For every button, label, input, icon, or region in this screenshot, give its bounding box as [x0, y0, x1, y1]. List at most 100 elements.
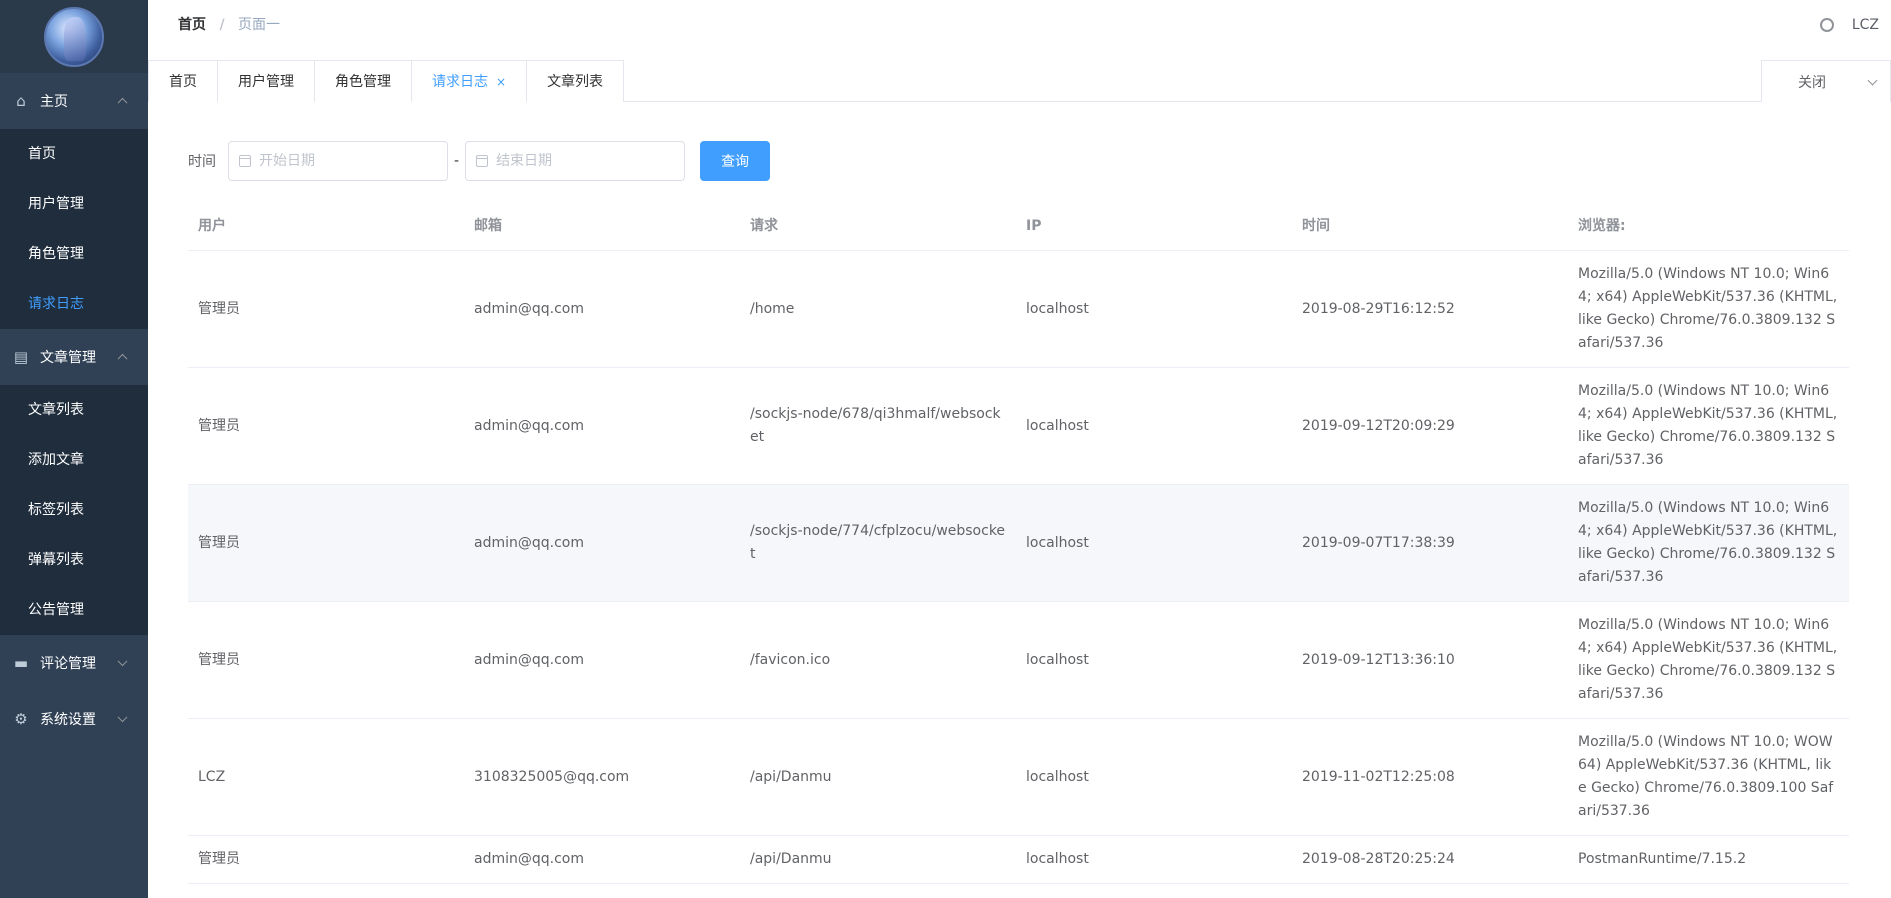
- sidebar-item-add-article[interactable]: 添加文章: [0, 435, 148, 485]
- cell-request: /sockjs-node/678/qi3hmalf/websocket: [750, 406, 1001, 445]
- cell-browser: Mozilla/5.0 (Windows NT 10.0; Win64; x64…: [1578, 617, 1838, 702]
- cell-request: /favicon.ico: [750, 651, 831, 668]
- sidebar-logo-area: [0, 0, 148, 73]
- tags-view: 首页 用户管理 角色管理 请求日志 × 文章列表 关闭: [148, 55, 1891, 102]
- table-row[interactable]: 管理员 admin@qq.com /api/Danmu localhost 20…: [188, 836, 1849, 884]
- column-header: 浏览器:: [1578, 218, 1626, 234]
- breadcrumb-separator: /: [219, 17, 225, 33]
- gear-icon: ⚙: [14, 710, 28, 728]
- start-date-picker[interactable]: [228, 141, 448, 181]
- tag-article-list[interactable]: 文章列表: [526, 60, 625, 102]
- breadcrumb-current: 页面一: [238, 17, 281, 33]
- menu-group-label: 文章管理: [40, 350, 96, 366]
- tag-home[interactable]: 首页: [148, 60, 218, 102]
- cell-time: 2019-09-12T13:36:10: [1302, 651, 1455, 668]
- sidebar-item-danmu-list[interactable]: 弹幕列表: [0, 535, 148, 585]
- cell-ip: localhost: [1026, 300, 1089, 317]
- menu-group-title-home[interactable]: ⌂ 主页: [0, 73, 148, 129]
- cell-ip: localhost: [1026, 851, 1089, 867]
- tag-label: 文章列表: [547, 73, 604, 90]
- column-header: IP: [1026, 218, 1042, 234]
- cell-browser: Mozilla/5.0 (Windows NT 10.0; Win64; x64…: [1578, 500, 1838, 585]
- tag-label: 角色管理: [335, 73, 391, 90]
- cell-email: admin@qq.com: [474, 534, 584, 551]
- request-log-table: 用户 邮箱 请求 IP 时间 浏览器: 管理员 admin@qq.com /ho…: [188, 203, 1849, 884]
- chevron-down-icon: [117, 656, 128, 667]
- cell-ip: localhost: [1026, 534, 1089, 551]
- cell-time: 2019-08-28T20:25:24: [1302, 851, 1455, 867]
- query-button[interactable]: 查询: [700, 141, 771, 181]
- cell-user: 管理员: [198, 300, 240, 317]
- cell-request: /home: [750, 300, 795, 317]
- document-icon: ▤: [13, 348, 29, 366]
- cell-email: 3108325005@qq.com: [474, 768, 630, 785]
- chevron-up-icon: [117, 353, 128, 364]
- cell-request: /api/Danmu: [750, 851, 832, 867]
- close-icon[interactable]: ×: [496, 61, 506, 103]
- cell-user: 管理员: [198, 851, 240, 867]
- menu-group-title-settings[interactable]: ⚙ 系统设置: [0, 691, 148, 747]
- username[interactable]: LCZ: [1852, 17, 1879, 33]
- cell-time: 2019-09-12T20:09:29: [1302, 417, 1455, 434]
- menu-group-title-articles[interactable]: ▤ 文章管理: [0, 329, 148, 385]
- tag-user-management[interactable]: 用户管理: [217, 60, 315, 102]
- top-right-controls: LCZ: [1819, 0, 1879, 50]
- end-date-picker[interactable]: [465, 141, 686, 181]
- cell-email: admin@qq.com: [474, 300, 584, 317]
- chevron-down-icon: [117, 712, 128, 723]
- time-label: 时间: [188, 154, 216, 170]
- sidebar-item-home[interactable]: 首页: [0, 129, 148, 179]
- sidebar-item-tag-list[interactable]: 标签列表: [0, 485, 148, 535]
- cell-user: LCZ: [198, 768, 226, 785]
- chevron-down-icon: [1867, 75, 1878, 86]
- table-row[interactable]: LCZ 3108325005@qq.com /api/Danmu localho…: [188, 719, 1849, 836]
- tag-label: 请求日志: [432, 73, 488, 90]
- sidebar-item-article-list[interactable]: 文章列表: [0, 385, 148, 435]
- sidebar-item-role-management[interactable]: 角色管理: [0, 229, 148, 279]
- sidebar-item-request-log[interactable]: 请求日志: [0, 279, 148, 329]
- cell-time: 2019-09-07T17:38:39: [1302, 534, 1455, 551]
- cell-user: 管理员: [198, 651, 240, 668]
- table-row[interactable]: 管理员 admin@qq.com /sockjs-node/774/cfplzo…: [188, 485, 1849, 602]
- start-date-input[interactable]: [259, 153, 429, 169]
- table-row[interactable]: 管理员 admin@qq.com /home localhost 2019-08…: [188, 251, 1849, 368]
- avatar[interactable]: [44, 6, 104, 67]
- cell-email: admin@qq.com: [474, 417, 584, 434]
- settings-icon[interactable]: [1819, 18, 1834, 32]
- cell-email: admin@qq.com: [474, 651, 584, 668]
- close-tags-dropdown[interactable]: 关闭: [1761, 60, 1891, 102]
- column-header: 用户: [198, 218, 226, 234]
- cell-request: /api/Danmu: [750, 768, 832, 785]
- cell-browser: PostmanRuntime/7.15.2: [1578, 851, 1747, 867]
- menu-group-title-comments[interactable]: ▬ 评论管理: [0, 635, 148, 691]
- tag-role-management[interactable]: 角色管理: [314, 60, 412, 102]
- menu-group-label: 系统设置: [40, 712, 96, 728]
- chevron-up-icon: [117, 97, 128, 108]
- table-row[interactable]: 管理员 admin@qq.com /sockjs-node/678/qi3hma…: [188, 368, 1849, 485]
- cell-request: /sockjs-node/774/cfplzocu/websocket: [750, 523, 1006, 562]
- cell-browser: Mozilla/5.0 (Windows NT 10.0; WOW64) App…: [1578, 734, 1834, 819]
- cell-ip: localhost: [1026, 768, 1089, 785]
- sidebar-item-user-management[interactable]: 用户管理: [0, 179, 148, 229]
- date-range-separator: -: [454, 153, 460, 169]
- cell-email: admin@qq.com: [474, 851, 584, 867]
- cell-user: 管理员: [198, 417, 240, 434]
- end-date-input[interactable]: [496, 153, 667, 169]
- sidebar-item-announcements[interactable]: 公告管理: [0, 585, 148, 635]
- calendar-icon: [239, 155, 251, 167]
- home-icon: ⌂: [16, 92, 26, 110]
- filter-bar: 时间 - 查询: [188, 141, 771, 181]
- calendar-icon: [476, 155, 489, 167]
- cell-time: 2019-11-02T12:25:08: [1302, 768, 1455, 785]
- menu-group-label: 主页: [40, 94, 68, 110]
- sidebar: ⌂ 主页 首页 用户管理 角色管理 请求日志 ▤ 文章管理 文章列表 添加文章 …: [0, 0, 148, 898]
- breadcrumb-home[interactable]: 首页: [178, 17, 206, 33]
- table-row[interactable]: 管理员 admin@qq.com /favicon.ico localhost …: [188, 602, 1849, 719]
- breadcrumb: 首页 / 页面一: [178, 0, 280, 50]
- menu-group-label: 评论管理: [40, 656, 96, 672]
- column-header: 邮箱: [474, 218, 502, 234]
- tag-request-log[interactable]: 请求日志 ×: [411, 60, 528, 103]
- cell-ip: localhost: [1026, 651, 1089, 668]
- tag-label: 用户管理: [238, 73, 294, 90]
- close-dropdown-label: 关闭: [1798, 74, 1826, 91]
